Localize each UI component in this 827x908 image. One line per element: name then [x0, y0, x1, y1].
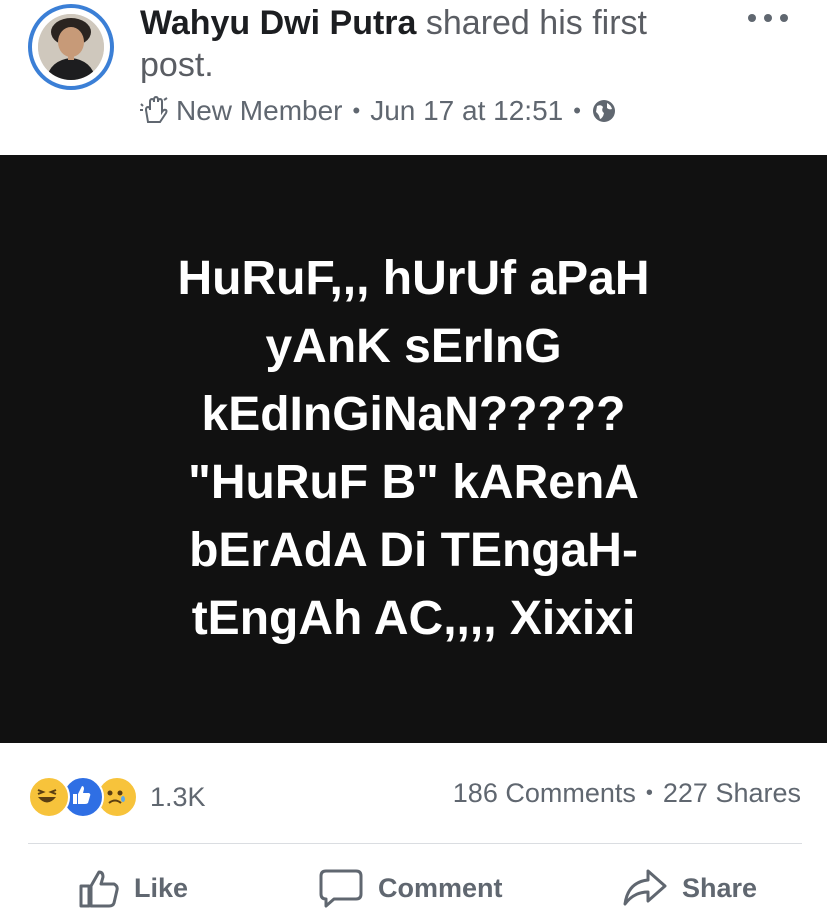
globe-icon	[592, 100, 615, 122]
comment-label: Comment	[378, 872, 503, 903]
reaction-count: 1.3K	[150, 781, 206, 812]
counts-separator: •	[645, 782, 653, 804]
badge-label: New Member	[176, 95, 343, 126]
like-button[interactable]: Like	[78, 868, 188, 908]
shares-count-link[interactable]: 227 Shares	[663, 778, 801, 809]
post-headline: Wahyu Dwi Putra shared his first post.	[140, 2, 720, 86]
haha-icon	[28, 776, 70, 818]
post-timestamp[interactable]: Jun 17 at 12:51	[370, 95, 563, 127]
post-image[interactable]: HuRuF,,, hUrUf aPaH yAnK sErInG kEdInGiN…	[0, 155, 827, 743]
share-button[interactable]: Share	[622, 868, 757, 908]
more-options-icon[interactable]	[748, 6, 788, 30]
new-member-badge: New Member	[140, 95, 342, 127]
reactions-summary[interactable]: 1.3K	[28, 776, 206, 818]
share-label: Share	[682, 872, 758, 903]
meta-separator: •	[573, 98, 581, 123]
thumbs-up-icon	[79, 870, 119, 908]
avatar-photo	[38, 14, 104, 80]
like-label: Like	[134, 872, 189, 903]
post-header: Wahyu Dwi Putra shared his first post. N…	[0, 0, 827, 155]
action-bar: Like Comment Share	[0, 868, 827, 908]
comment-button[interactable]: Comment	[318, 868, 503, 908]
author-name[interactable]: Wahyu Dwi Putra	[140, 4, 416, 42]
comments-count-link[interactable]: 186 Comments	[453, 778, 636, 809]
share-arrow-icon	[623, 869, 667, 906]
avatar[interactable]	[28, 4, 114, 90]
post-stats: 1.3K 186 Comments • 227 Shares	[0, 770, 827, 820]
meta-separator: •	[352, 98, 361, 123]
stats-divider	[28, 843, 802, 844]
engagement-counts: 186 Comments • 227 Shares	[453, 778, 801, 809]
waving-hand-icon	[140, 96, 168, 123]
comment-bubble-icon	[319, 869, 363, 908]
post-meta: New Member • Jun 17 at 12:51 •	[140, 92, 617, 130]
post-image-text: HuRuF,,, hUrUf aPaH yAnK sErInG kEdInGiN…	[177, 252, 650, 645]
